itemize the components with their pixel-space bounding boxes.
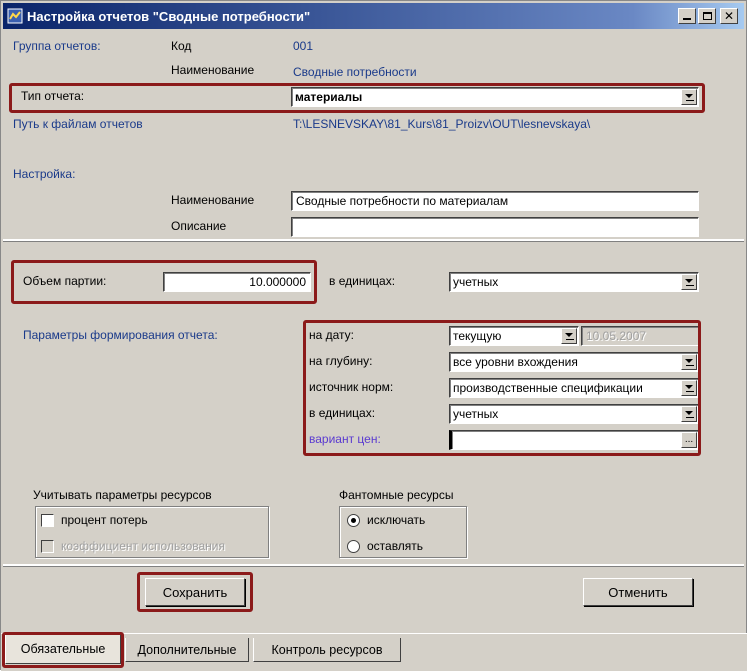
maximize-button[interactable] [698,8,716,24]
exclude-radio[interactable] [347,514,360,527]
resources-label: Учитывать параметры ресурсов [33,488,212,502]
tab-resource-control[interactable]: Контроль ресурсов [253,638,401,662]
exclude-label[interactable]: исключать [367,513,425,527]
keep-radio[interactable] [347,540,360,553]
tab-bar: Обязательные Дополнительные Контроль рес… [1,632,747,671]
report-type-highlight [9,83,705,113]
phantom-label: Фантомные ресурсы [339,488,454,502]
title-bar: Настройка отчетов "Сводные потребности" … [3,3,744,29]
params-highlight [303,320,701,456]
batch-units-label: в единицах: [329,274,396,288]
cancel-button[interactable]: Отменить [583,578,693,606]
app-icon [7,8,23,24]
parameters-panel: Объем партии: 10.000000 в единицах: учет… [3,244,744,566]
code-value: 001 [293,39,314,53]
group-name-label: Наименование [171,63,255,77]
settings-name-label: Наименование [171,193,255,207]
usage-coef-label: коэффициент использования [61,539,225,553]
params-label: Параметры формирования отчета: [23,328,218,342]
description-input[interactable] [291,217,699,237]
description-label: Описание [171,219,227,233]
buttons-panel: Сохранить Отменить [3,568,744,630]
path-value: T:\LESNEVSKAY\81_Kurs\81_Proizv\OUT\lesn… [293,117,591,131]
minimize-icon [683,18,691,20]
path-label: Путь к файлам отчетов [13,117,143,131]
save-highlight [137,572,253,612]
settings-label: Настройка: [13,167,76,181]
maximize-icon [702,12,712,20]
chevron-down-icon [685,279,693,283]
report-group-label: Группа отчетов: [13,39,101,53]
usage-coef-checkbox [41,540,54,553]
loss-percent-label[interactable]: процент потерь [61,513,148,527]
batch-units-value: учетных [453,275,499,289]
batch-units-dropdown-button[interactable] [681,274,697,290]
loss-percent-checkbox[interactable] [41,514,54,527]
batch-highlight [11,260,317,304]
tab-additional[interactable]: Дополнительные [125,638,249,662]
keep-label[interactable]: оставлять [367,539,423,553]
window-title: Настройка отчетов "Сводные потребности" [27,8,311,24]
general-panel: Группа отчетов: Код 001 Наименование Сво… [3,31,744,241]
code-label: Код [171,39,192,53]
close-icon: ✕ [723,9,735,23]
close-button[interactable]: ✕ [720,8,738,24]
minimize-button[interactable] [678,8,696,24]
batch-units-combo[interactable]: учетных [449,272,699,292]
group-name-value: Сводные потребности [293,65,417,79]
report-settings-window: Настройка отчетов "Сводные потребности" … [0,0,747,671]
settings-name-input[interactable]: Сводные потребности по материалам [291,191,699,211]
tab-required-highlight [2,632,124,668]
